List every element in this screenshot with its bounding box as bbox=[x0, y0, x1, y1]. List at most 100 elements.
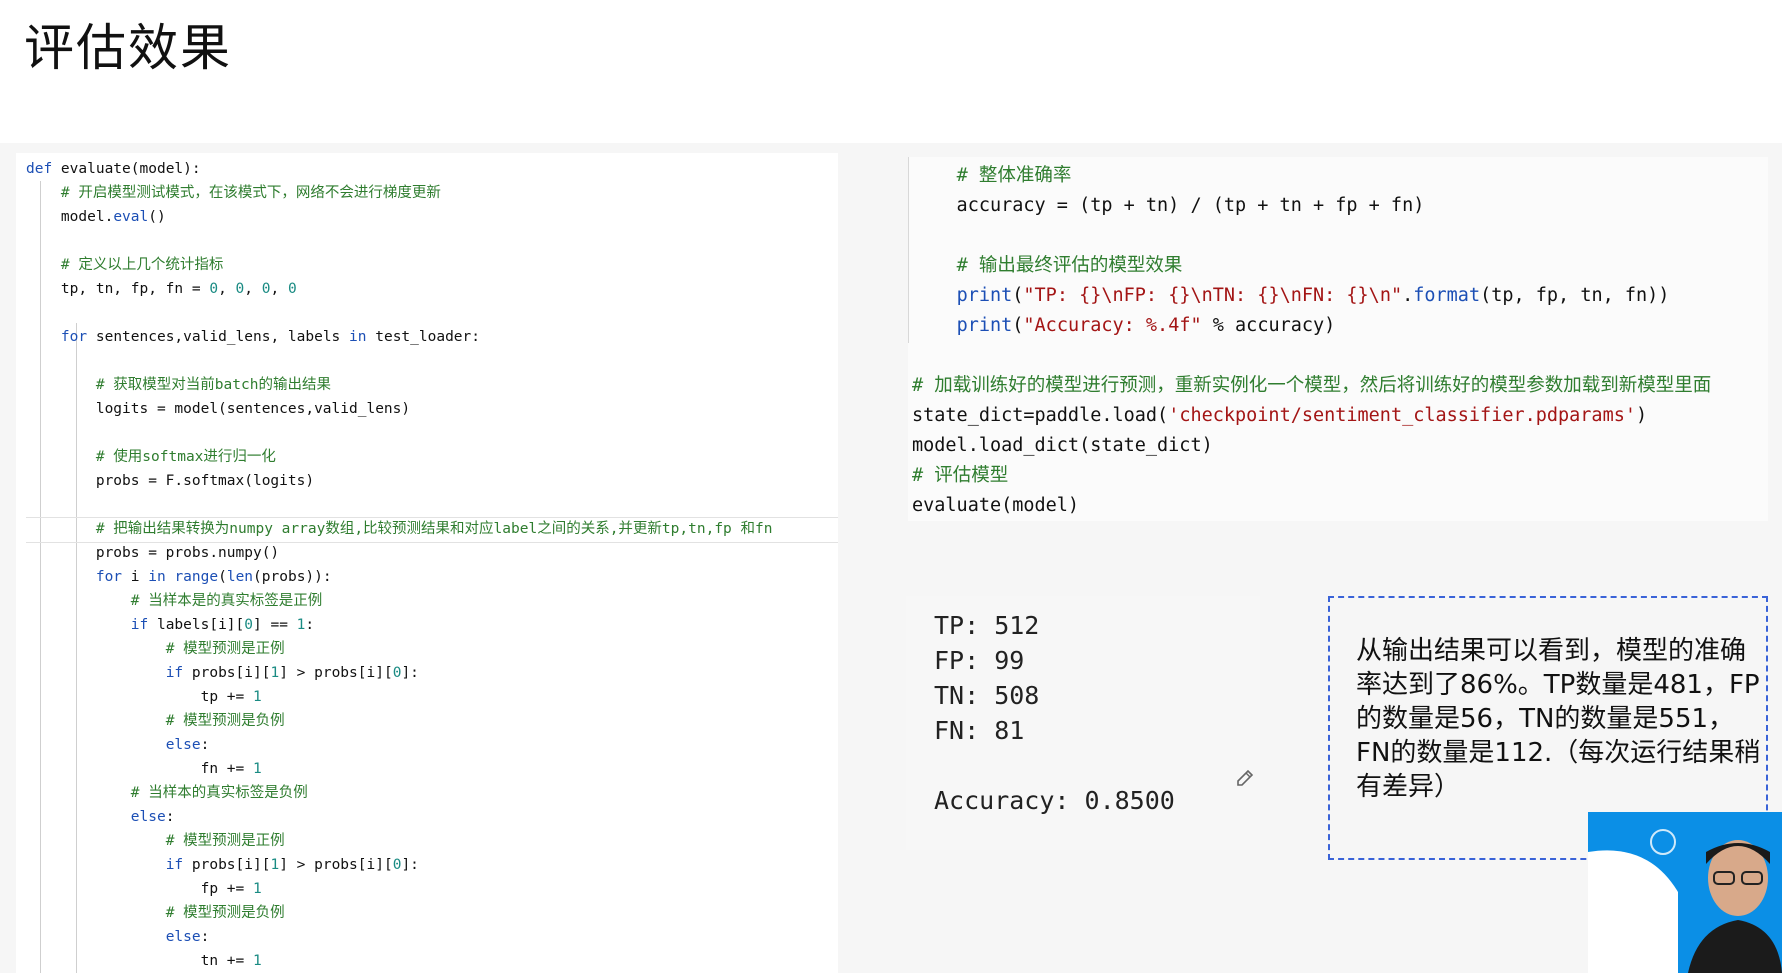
code-token: else bbox=[130, 809, 166, 825]
code-token: logits = model(sentences,valid_lens) bbox=[26, 401, 411, 417]
code-token: : bbox=[200, 929, 210, 945]
code-token: ] == bbox=[253, 617, 297, 633]
code-token: # 把输出结果转换为numpy array数组,比较预测结果和对应label之间… bbox=[95, 521, 773, 537]
code-token: # 评估模型 bbox=[912, 465, 1009, 486]
note-text: 从输出结果可以看到，模型的准确率达到了86%。TP数量是481，FP的数量是56… bbox=[1356, 636, 1761, 802]
code-token: fn += bbox=[26, 761, 253, 777]
code-line: # 当样本是的真实标签是正例 bbox=[26, 589, 772, 613]
code-token: print bbox=[956, 315, 1013, 336]
code-token: 0 bbox=[287, 281, 297, 297]
code-line: # 把输出结果转换为numpy array数组,比较预测结果和对应label之间… bbox=[26, 517, 773, 541]
code-token: def bbox=[26, 161, 53, 177]
code-token: tn += bbox=[26, 953, 253, 969]
code-lines: def evaluate(model): # 开启模型测试模式，在该模式下，网络… bbox=[26, 157, 772, 973]
code-line: for sentences,valid_lens, labels in test… bbox=[26, 325, 772, 349]
code-line: evaluate(model) bbox=[912, 491, 1711, 521]
output-line: Accuracy: 0.8500 bbox=[934, 786, 1175, 815]
pencil-icon[interactable] bbox=[1234, 768, 1256, 790]
code-token: for bbox=[95, 569, 123, 585]
code-token: : bbox=[200, 737, 210, 753]
code-line: model.load_dict(state_dict) bbox=[912, 431, 1711, 461]
code-token: fp += bbox=[26, 881, 253, 897]
code-token: "TP: {}\nFP: {}\nTN: {}\nFN: {}\n" bbox=[1023, 285, 1403, 306]
code-token: state_dict=paddle.load( bbox=[912, 405, 1169, 426]
code-token: (tp, fp, tn, fn)) bbox=[1480, 285, 1670, 306]
code-token: 1 bbox=[252, 881, 262, 897]
code-token: () bbox=[148, 209, 166, 225]
code-token: 1 bbox=[252, 953, 262, 969]
code-token: "Accuracy: %.4f" bbox=[1023, 315, 1202, 336]
code-line: if probs[i][1] > probs[i][0]: bbox=[26, 661, 772, 685]
code-token: % accuracy) bbox=[1201, 315, 1336, 336]
code-token: # 模型预测是正例 bbox=[165, 833, 285, 849]
code-token: # 定义以上几个统计指标 bbox=[60, 257, 224, 273]
code-line: else: bbox=[26, 925, 772, 949]
code-token: tp += bbox=[26, 689, 253, 705]
code-line: # 定义以上几个统计指标 bbox=[26, 253, 772, 277]
code-token: , bbox=[270, 281, 288, 297]
code-token: # 当样本是的真实标签是正例 bbox=[130, 593, 323, 609]
code-token: accuracy = (tp + tn) / (tp + tn + fp + f… bbox=[912, 195, 1425, 216]
code-token: : bbox=[165, 809, 175, 825]
code-line: # 模型预测是负例 bbox=[26, 709, 772, 733]
code-line: if probs[i][1] > probs[i][0]: bbox=[26, 853, 772, 877]
code-line: # 整体准确率 bbox=[912, 161, 1711, 191]
code-token: # 输出最终评估的模型效果 bbox=[956, 255, 1183, 276]
code-line: # 模型预测是负例 bbox=[26, 901, 772, 925]
code-line: accuracy = (tp + tn) / (tp + tn + fp + f… bbox=[912, 191, 1711, 221]
output-line: TN: 508 bbox=[934, 681, 1040, 710]
code-line: probs = probs.numpy() bbox=[26, 541, 772, 565]
code-line: tp += 1 bbox=[26, 685, 772, 709]
code-token: evaluate(model): bbox=[52, 161, 201, 177]
code-token: ]: bbox=[401, 857, 419, 873]
slide-title: 评估效果 bbox=[24, 19, 232, 77]
code-token: ] > probs[i][ bbox=[279, 857, 393, 873]
code-token: 0 bbox=[244, 617, 253, 633]
code-line: if labels[i][0] == 1: bbox=[26, 613, 772, 637]
code-token: # 开启模型测试模式，在该模式下，网络不会进行梯度更新 bbox=[60, 185, 441, 201]
code-token: len bbox=[226, 569, 254, 585]
code-line: print("Accuracy: %.4f" % accuracy) bbox=[912, 311, 1711, 341]
code-panel-evaluate-function: def evaluate(model): # 开启模型测试模式，在该模式下，网络… bbox=[16, 153, 838, 973]
code-token: 0 bbox=[209, 281, 219, 297]
code-line: # 开启模型测试模式，在该模式下，网络不会进行梯度更新 bbox=[26, 181, 772, 205]
code-token: , bbox=[218, 281, 236, 297]
code-token: in bbox=[349, 329, 367, 345]
code-line: model.eval() bbox=[26, 205, 772, 229]
code-token: # 当样本的真实标签是负例 bbox=[130, 785, 308, 801]
code-token: else bbox=[165, 929, 201, 945]
code-line: def evaluate(model): bbox=[26, 157, 772, 181]
code-line: for i in range(len(probs)): bbox=[26, 565, 772, 589]
output-line: FP: 99 bbox=[934, 646, 1025, 675]
code-token: format bbox=[1413, 285, 1481, 306]
code-token: test_loader: bbox=[366, 329, 480, 345]
code-line: # 加载训练好的模型进行预测，重新实例化一个模型，然后将训练好的模型参数加载到新… bbox=[912, 371, 1711, 401]
code-line: # 输出最终评估的模型效果 bbox=[912, 251, 1711, 281]
code-line: logits = model(sentences,valid_lens) bbox=[26, 397, 772, 421]
code-line: # 模型预测是正例 bbox=[26, 829, 772, 853]
code-token: i bbox=[122, 569, 149, 585]
code-token: print bbox=[956, 285, 1013, 306]
output-lines: TP: 512 FP: 99 TN: 508 FN: 81 Accuracy: 0.85… bbox=[934, 608, 1175, 818]
code-token: if bbox=[165, 665, 184, 681]
code-line: else: bbox=[26, 805, 772, 829]
code-line: # 当样本的真实标签是负例 bbox=[26, 781, 772, 805]
